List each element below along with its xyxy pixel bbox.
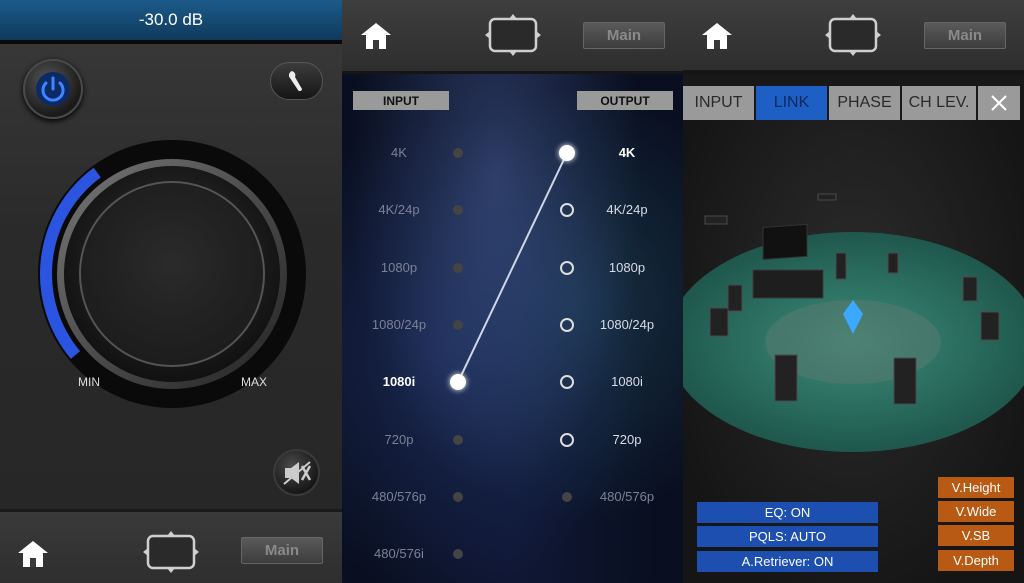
- pqls-button[interactable]: PQLS: AUTO: [697, 526, 878, 547]
- output-option-dot[interactable]: [560, 260, 574, 275]
- input-option-dot[interactable]: [453, 319, 463, 330]
- screen-icon[interactable]: [824, 13, 882, 57]
- tab-ch-level[interactable]: CH LEV.: [902, 86, 976, 120]
- main-zone-label: Main: [264, 542, 300, 559]
- mute-icon: [282, 460, 311, 485]
- bottom-nav: Main: [0, 509, 342, 583]
- output-option-label[interactable]: 1080p: [577, 260, 677, 275]
- v-sb-button[interactable]: V.SB: [938, 525, 1014, 546]
- home-icon[interactable]: [701, 22, 733, 50]
- v-sb-label: V.SB: [961, 528, 991, 543]
- input-option-label[interactable]: 480/576i: [349, 546, 449, 561]
- a-retriever-label: A.Retriever: ON: [741, 554, 834, 569]
- main-zone-button[interactable]: Main: [924, 22, 1006, 49]
- volume-knob[interactable]: [36, 138, 308, 410]
- output-option-dot[interactable]: [560, 432, 574, 447]
- main-zone-label: Main: [947, 27, 983, 44]
- wrench-icon: [288, 71, 302, 92]
- a-retriever-button[interactable]: A.Retriever: ON: [697, 551, 878, 572]
- input-option-dot[interactable]: [453, 262, 463, 273]
- close-button[interactable]: [978, 86, 1020, 120]
- input-option-label[interactable]: 1080/24p: [349, 317, 449, 332]
- pqls-label: PQLS: AUTO: [748, 529, 827, 544]
- output-option-label[interactable]: 480/576p: [577, 489, 677, 504]
- tab-bar: INPUT LINK PHASE CH LEV.: [683, 86, 1024, 120]
- screen-icon[interactable]: [142, 530, 200, 574]
- v-wide-label: V.Wide: [955, 504, 997, 519]
- knob-min-label: MIN: [78, 375, 100, 389]
- tab-phase-label: PHASE: [837, 94, 892, 111]
- output-option-label[interactable]: 4K/24p: [577, 202, 677, 217]
- input-option-dot[interactable]: [453, 491, 463, 502]
- tab-phase[interactable]: PHASE: [829, 86, 900, 120]
- speaker-panel: Main INPUT LINK PHASE CH LEV. EQ: ON PQL…: [683, 0, 1024, 583]
- tab-input-label: INPUT: [694, 94, 743, 111]
- v-depth-label: V.Depth: [953, 553, 999, 568]
- input-option-label[interactable]: 1080p: [349, 260, 449, 275]
- volume-panel: -30.0 dB MIN MAX Main: [0, 0, 342, 583]
- power-icon: [36, 72, 70, 106]
- settings-button[interactable]: [270, 62, 323, 100]
- output-option-dot[interactable]: [560, 317, 574, 332]
- input-option-label[interactable]: 720p: [349, 432, 449, 447]
- tab-ch-level-label: CH LEV.: [908, 94, 970, 111]
- volume-dial: [38, 140, 306, 408]
- output-option-dot[interactable]: [559, 145, 575, 161]
- tab-link[interactable]: LINK: [756, 86, 827, 120]
- eq-label: EQ: ON: [764, 505, 811, 520]
- input-option-dot[interactable]: [453, 434, 463, 445]
- tab-input[interactable]: INPUT: [683, 86, 754, 120]
- v-height-label: V.Height: [951, 480, 1001, 495]
- close-icon: [991, 95, 1007, 111]
- power-button[interactable]: [23, 59, 83, 119]
- input-option-label[interactable]: 4K: [349, 145, 449, 160]
- volume-readout-text: -30.0 dB: [138, 10, 204, 29]
- output-option-dot[interactable]: [562, 491, 572, 502]
- output-option-label[interactable]: 720p: [577, 432, 677, 447]
- output-option-label[interactable]: 1080i: [577, 374, 677, 389]
- knob-max-label: MAX: [241, 375, 268, 389]
- volume-readout: -30.0 dB: [0, 0, 342, 40]
- v-height-button[interactable]: V.Height: [938, 477, 1014, 498]
- main-zone-button[interactable]: Main: [241, 537, 323, 564]
- input-option-label[interactable]: 480/576p: [349, 489, 449, 504]
- v-wide-button[interactable]: V.Wide: [938, 501, 1014, 522]
- tab-link-label: LINK: [773, 94, 810, 111]
- output-option-label[interactable]: 4K: [577, 145, 677, 160]
- input-option-label[interactable]: 4K/24p: [349, 202, 449, 217]
- divider: [0, 40, 342, 44]
- top-nav: Main: [683, 0, 1024, 74]
- eq-button[interactable]: EQ: ON: [697, 502, 878, 523]
- output-option-label[interactable]: 1080/24p: [577, 317, 677, 332]
- mute-button[interactable]: [273, 449, 320, 496]
- v-depth-button[interactable]: V.Depth: [938, 550, 1014, 571]
- input-option-dot[interactable]: [453, 148, 463, 158]
- home-icon[interactable]: [17, 540, 49, 568]
- resolution-panel: Main INPUT OUTPUT 4K 4K/24p 1080p 1080/24p 1…: [342, 0, 683, 583]
- input-option-label[interactable]: 1080i: [349, 374, 449, 389]
